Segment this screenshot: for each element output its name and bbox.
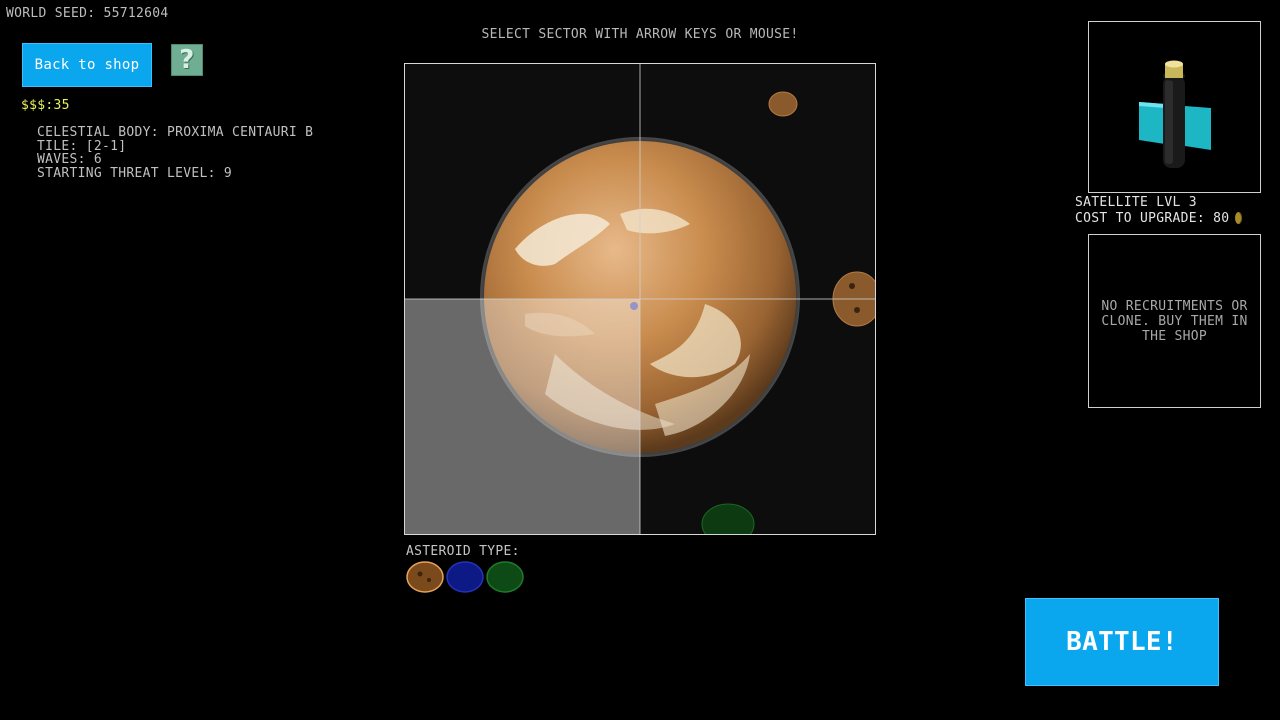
tile-label: TILE: [2-1] [37,138,127,154]
money-counter: $$$:35 [21,98,70,113]
planet-map-svg [405,64,875,534]
satellite-info: SATELLITE LVL 3 COST TO UPGRADE: 80 [1075,195,1243,227]
satellite-level: SATELLITE LVL 3 [1075,195,1197,210]
world-seed: WORLD SEED: 55712604 [6,6,169,21]
asteroid-blue-icon[interactable] [446,561,484,593]
upgrade-cost-row: COST TO UPGRADE: 80 [1075,211,1243,227]
satellite-icon [1139,60,1211,168]
sector-map[interactable] [404,63,876,535]
asteroid-type-selector[interactable] [406,561,524,593]
waves-label: WAVES: 6 [37,152,103,167]
asteroid-type-label: ASTEROID TYPE: [406,544,520,559]
battle-button[interactable]: BATTLE! [1025,598,1219,686]
recruitment-panel: NO RECRUITMENTS OR CLONE. BUY THEM IN TH… [1088,234,1261,408]
threat-level-label: STARTING THREAT LEVEL: 9 [37,165,233,181]
asteroid-green [701,503,755,534]
upgrade-cost: COST TO UPGRADE: 80 [1075,211,1230,226]
coin-icon [1235,212,1243,224]
asteroid-brown [768,91,798,117]
recruitment-message: NO RECRUITMENTS OR CLONE. BUY THEM IN TH… [1101,298,1248,344]
asteroid-green-icon[interactable] [486,561,524,593]
selected-sector-highlight[interactable] [405,299,640,534]
celestial-body-label: CELESTIAL BODY: PROXIMA CENTAURI B [37,125,314,140]
help-icon[interactable]: ? [171,44,203,76]
planet-info: CELESTIAL BODY: PROXIMA CENTAURI B TILE:… [37,126,313,180]
back-to-shop-button[interactable]: Back to shop [22,43,152,87]
satellite-preview [1088,21,1261,193]
asteroid-brown-icon[interactable] [406,561,444,593]
